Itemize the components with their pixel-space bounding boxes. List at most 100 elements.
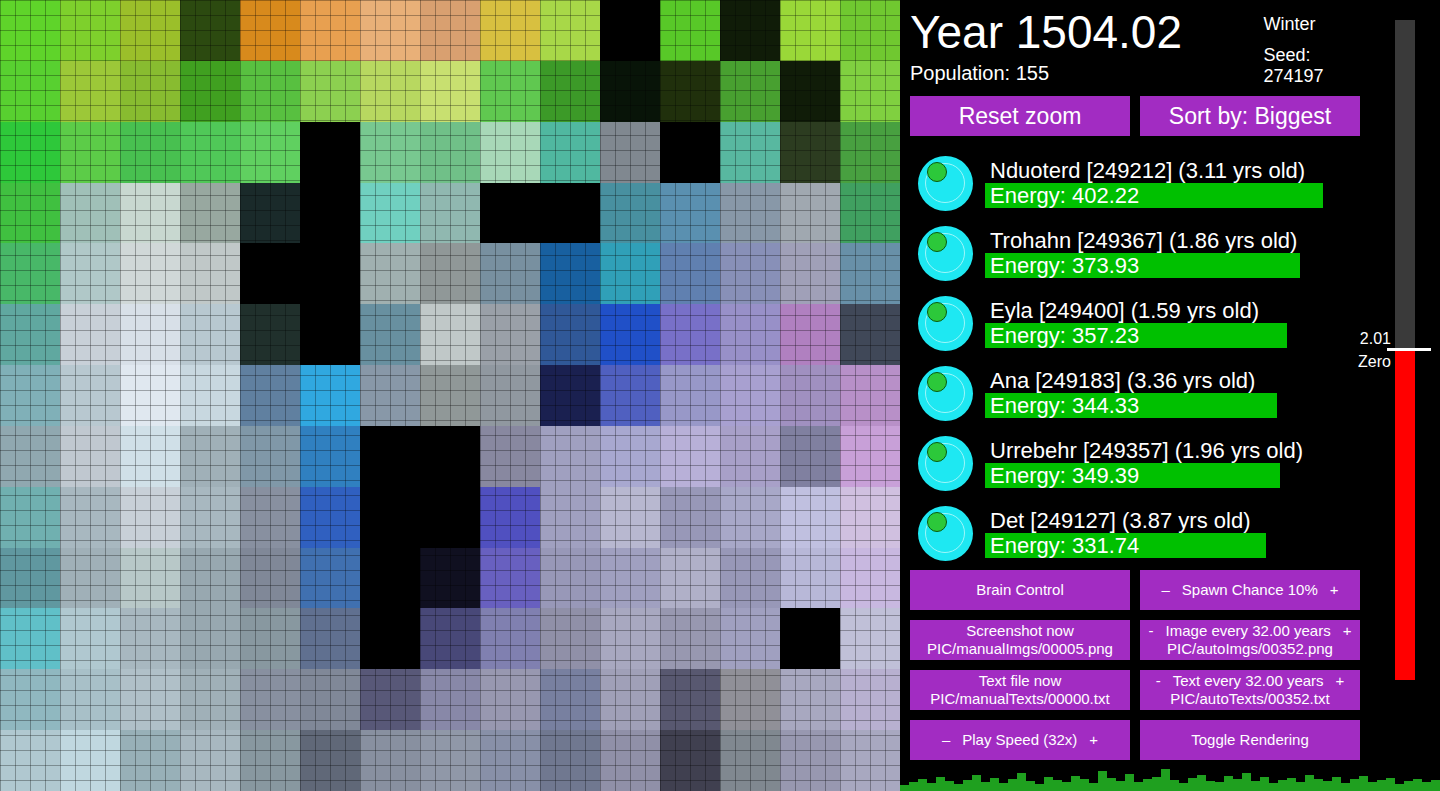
map-tile: [720, 426, 780, 487]
header: Year 1504.02Population: 155WinterSeed: 2…: [910, 0, 1375, 87]
creature-name: Det [249127] (3.87 yrs old): [990, 508, 1345, 533]
map-tile: [60, 243, 120, 304]
stepper-button[interactable]: -Image every 32.00 years+PIC/autoImgs/00…: [1140, 620, 1360, 660]
map-tile: [600, 548, 660, 609]
map-tile: [300, 61, 360, 122]
map-tile: [300, 548, 360, 609]
control-button[interactable]: Text file nowPIC/manualTexts/00000.txt: [910, 670, 1130, 710]
creature-name: Trohahn [249367] (1.86 yrs old): [990, 228, 1345, 253]
map-tile: [180, 426, 240, 487]
map-tile: [0, 608, 60, 669]
creature-row[interactable]: Urrebehr [249357] (1.96 yrs old)Energy: …: [910, 428, 1375, 498]
creature-row[interactable]: Eyla [249400] (1.59 yrs old)Energy: 357.…: [910, 288, 1375, 358]
map-tile: [840, 608, 900, 669]
map-tile: [0, 548, 60, 609]
increase-button[interactable]: +: [1330, 581, 1339, 599]
control-button[interactable]: Brain Control: [910, 570, 1130, 610]
map-tile: [420, 183, 480, 244]
map-tile: [420, 487, 480, 548]
map-tile: [780, 548, 840, 609]
creature-row[interactable]: Nduoterd [249212] (3.11 yrs old)Energy: …: [910, 148, 1375, 218]
map-tile: [660, 122, 720, 183]
map-tile: [720, 669, 780, 730]
control-button[interactable]: Screenshot nowPIC/manualImgs/00005.png: [910, 620, 1130, 660]
graph-bar: [1008, 779, 1017, 791]
map-tile: [540, 0, 600, 61]
map-tile: [180, 304, 240, 365]
energy-label: Energy: 357.23: [985, 323, 1139, 348]
map-tile: [120, 183, 180, 244]
map-tile: [540, 426, 600, 487]
energy-bar: Energy: 373.93: [985, 253, 1345, 278]
graph-bar: [1197, 775, 1206, 791]
population-graph: [900, 765, 1440, 791]
graph-bar: [1224, 776, 1233, 791]
map-tile: [540, 608, 600, 669]
map-tile: [120, 304, 180, 365]
creature-row[interactable]: Det [249127] (3.87 yrs old)Energy: 331.7…: [910, 498, 1375, 568]
map-tile: [660, 365, 720, 426]
graph-bar: [1287, 778, 1296, 791]
map-tile: [240, 243, 300, 304]
map-tile: [60, 122, 120, 183]
slider-fill: [1395, 350, 1415, 680]
map-tile: [720, 122, 780, 183]
map-tile: [180, 0, 240, 61]
graph-bar: [972, 775, 981, 791]
stepper-button[interactable]: -Text every 32.00 years+PIC/autoTexts/00…: [1140, 670, 1360, 710]
graph-bar: [1053, 780, 1062, 791]
energy-label: Energy: 373.93: [985, 253, 1139, 278]
vertical-slider[interactable]: 2.01Zero: [1395, 20, 1415, 680]
creature-row[interactable]: Trohahn [249367] (1.86 yrs old)Energy: 3…: [910, 218, 1375, 288]
world-map[interactable]: [0, 0, 900, 791]
map-tile: [540, 669, 600, 730]
map-tile: [660, 0, 720, 61]
map-tile: [360, 365, 420, 426]
decrease-button[interactable]: –: [942, 731, 950, 749]
creature-row[interactable]: Ana [249183] (3.36 yrs old)Energy: 344.3…: [910, 358, 1375, 428]
file-path: PIC/autoImgs/00352.png: [1167, 640, 1333, 658]
graph-bar: [1098, 771, 1107, 791]
map-tile: [0, 426, 60, 487]
map-tile: [840, 730, 900, 791]
control-label: Spawn Chance 10%: [1182, 581, 1318, 599]
map-tile: [720, 730, 780, 791]
graph-bar: [1188, 778, 1197, 791]
map-tile: [660, 730, 720, 791]
slider-marker[interactable]: [1387, 348, 1431, 351]
stepper-button[interactable]: –Play Speed (32x)+: [910, 720, 1130, 760]
slider-value: 2.01: [1360, 330, 1391, 348]
map-tile: [720, 304, 780, 365]
control-button[interactable]: Toggle Rendering: [1140, 720, 1360, 760]
map-tile: [360, 669, 420, 730]
map-tile: [420, 669, 480, 730]
decrease-button[interactable]: –: [1161, 581, 1169, 599]
map-tile: [300, 183, 360, 244]
top-button[interactable]: Sort by: Biggest: [1140, 96, 1360, 136]
map-tile: [480, 365, 540, 426]
increase-button[interactable]: +: [1089, 731, 1098, 749]
map-tile: [420, 0, 480, 61]
creature-icon: [918, 156, 973, 211]
map-tile: [780, 61, 840, 122]
map-tile: [600, 122, 660, 183]
control-grid: Brain Control–Spawn Chance 10%+Screensho…: [910, 570, 1375, 760]
top-button[interactable]: Reset zoom: [910, 96, 1130, 136]
graph-bar: [1404, 781, 1413, 791]
increase-button[interactable]: +: [1343, 622, 1352, 640]
map-tile: [720, 61, 780, 122]
graph-bar: [1062, 782, 1071, 791]
map-tile: [0, 669, 60, 730]
map-tile: [300, 426, 360, 487]
file-path: PIC/manualImgs/00005.png: [927, 640, 1113, 658]
map-tile: [240, 487, 300, 548]
map-tile: [480, 243, 540, 304]
decrease-button[interactable]: -: [1149, 622, 1154, 640]
increase-button[interactable]: +: [1336, 672, 1345, 690]
map-tile: [0, 487, 60, 548]
decrease-button[interactable]: -: [1156, 672, 1161, 690]
map-tile: [60, 730, 120, 791]
map-tile: [300, 122, 360, 183]
graph-bar: [1026, 781, 1035, 791]
stepper-button[interactable]: –Spawn Chance 10% +: [1140, 570, 1360, 610]
